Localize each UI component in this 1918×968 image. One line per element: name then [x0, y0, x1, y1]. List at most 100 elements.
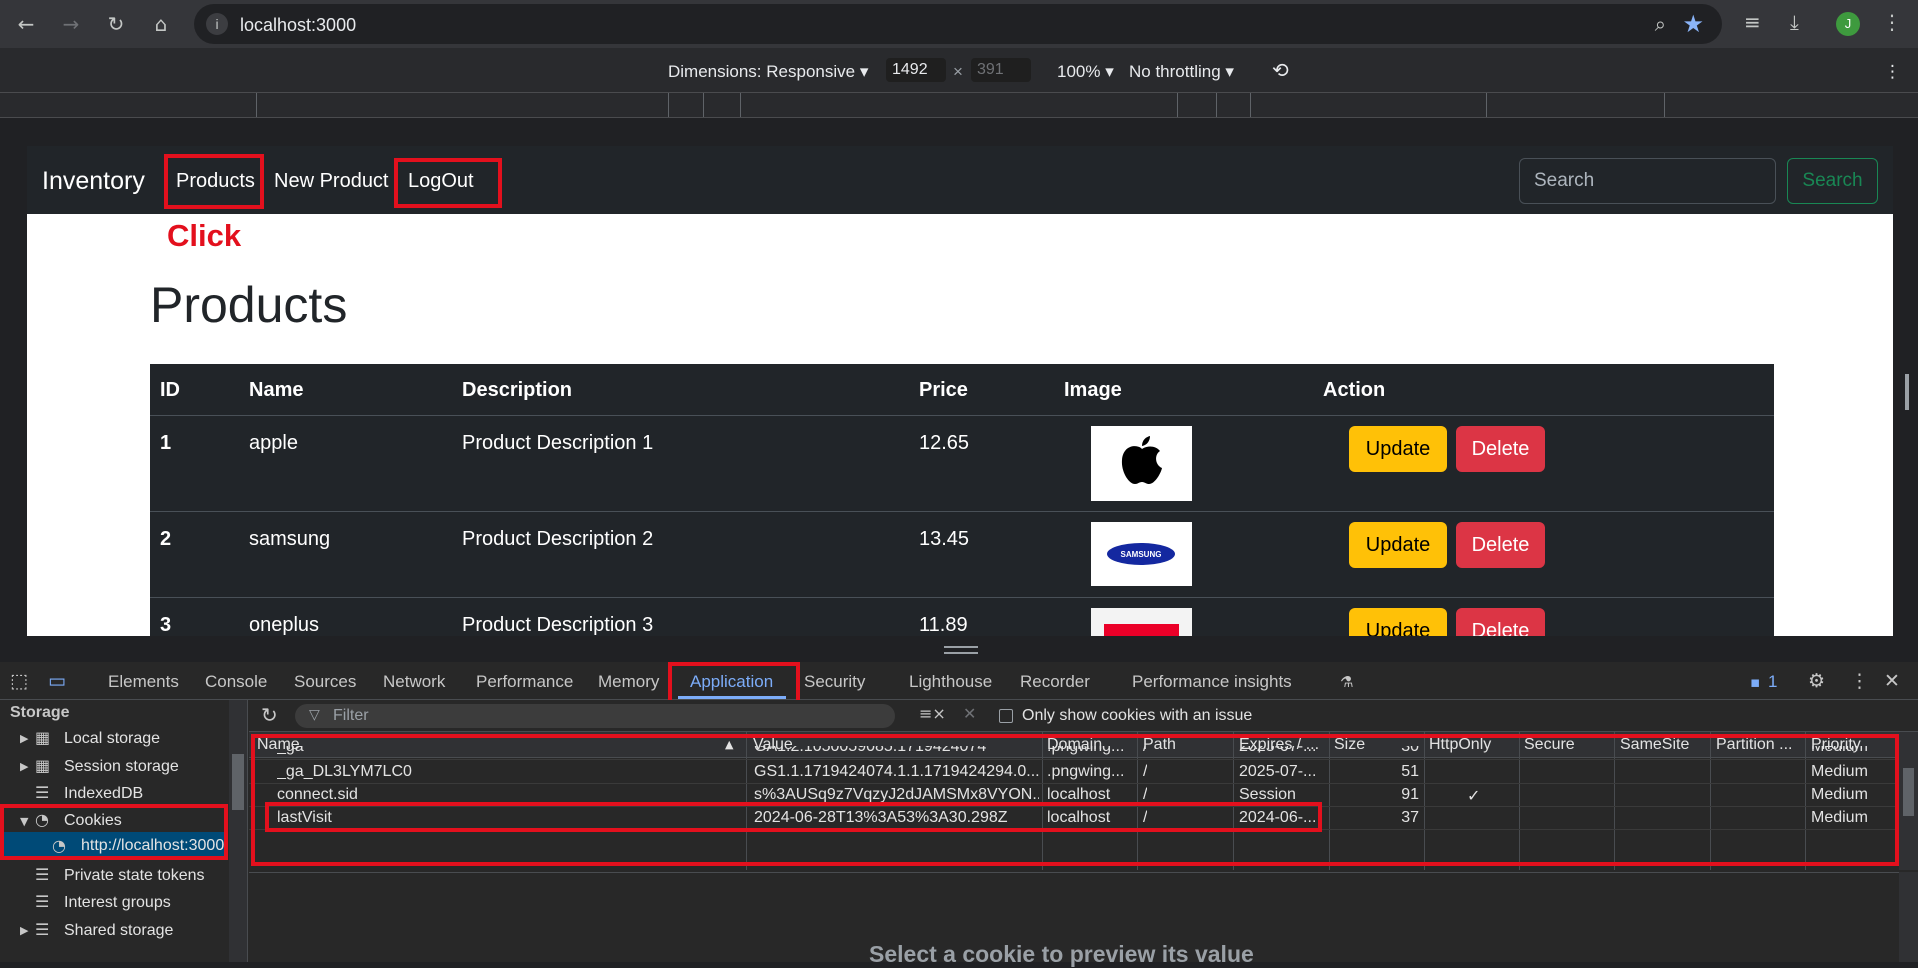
bookmark-star-icon[interactable]: ★: [1682, 10, 1704, 38]
tab-performance-insights[interactable]: Performance insights: [1132, 672, 1292, 692]
reload-icon[interactable]: ↻: [102, 10, 130, 38]
col-image: Image: [1064, 379, 1122, 401]
download-icon[interactable]: ⤓: [1790, 10, 1799, 34]
delete-button[interactable]: Delete: [1456, 426, 1545, 472]
tab-network[interactable]: Network: [383, 672, 445, 692]
site-info-icon[interactable]: i: [206, 13, 228, 35]
dimension-times: ×: [953, 62, 963, 81]
dimensions-dropdown[interactable]: Dimensions: Responsive ▾: [668, 62, 868, 82]
expand-arrow-icon[interactable]: ▶: [20, 732, 28, 745]
brand-link[interactable]: Inventory: [42, 167, 145, 196]
svg-text:SAMSUNG: SAMSUNG: [1121, 550, 1162, 559]
filter-input[interactable]: ▽ Filter: [295, 704, 895, 728]
row-id: 3: [160, 614, 172, 636]
height-input[interactable]: 391: [971, 58, 1031, 82]
row-description: Product Description 3: [462, 614, 654, 636]
refresh-icon[interactable]: ↻: [261, 703, 278, 727]
page-title: Products: [150, 277, 348, 333]
search-button[interactable]: Search: [1787, 158, 1878, 204]
database-icon: ☰: [35, 783, 50, 802]
table-header: ID Name Description Price Image Action: [150, 364, 1774, 416]
row-price: 12.65: [919, 432, 970, 454]
viewport-resize-handle[interactable]: [1905, 374, 1909, 410]
width-input[interactable]: 1492: [886, 58, 946, 82]
device-toggle-icon[interactable]: ▭: [48, 670, 66, 692]
tab-security[interactable]: Security: [804, 672, 865, 692]
browser-menu-icon[interactable]: ⋮: [1882, 10, 1902, 34]
sidebar-item-shared-storage[interactable]: Shared storage: [64, 922, 173, 940]
filter-placeholder: Filter: [333, 707, 369, 724]
table-icon: ▦: [35, 756, 51, 775]
close-devtools-icon[interactable]: ✕: [1884, 670, 1900, 692]
tab-recorder[interactable]: Recorder: [1020, 672, 1090, 692]
tab-sources[interactable]: Sources: [294, 672, 356, 692]
zoom-dropdown[interactable]: 100% ▾: [1057, 62, 1114, 82]
delete-selected-icon[interactable]: ✕: [963, 704, 976, 723]
tab-console[interactable]: Console: [205, 672, 267, 692]
sidebar-item-session-storage[interactable]: Session storage: [64, 758, 179, 776]
throttling-dropdown[interactable]: No throttling ▾: [1129, 62, 1234, 82]
row-price: 11.89: [919, 614, 968, 636]
tab-elements[interactable]: Elements: [108, 672, 179, 692]
preview-scrollbar[interactable]: [1899, 872, 1918, 962]
devtools-panel: ⬚ ▭ Elements Console Sources Network Per…: [0, 662, 1918, 967]
forward-icon[interactable]: →: [57, 10, 85, 38]
sidebar-item-private-state-tokens[interactable]: Private state tokens: [64, 867, 205, 885]
back-icon[interactable]: ←: [12, 10, 40, 38]
col-action: Action: [1323, 379, 1386, 401]
flask-icon: ⚗: [1340, 673, 1354, 691]
issues-icon[interactable]: ▪: [1750, 673, 1760, 691]
address-bar[interactable]: i localhost:3000 ⌕ ★: [194, 4, 1722, 44]
reading-list-icon[interactable]: ≡: [1744, 10, 1761, 34]
sidebar-item-interest-groups[interactable]: Interest groups: [64, 894, 171, 912]
profile-avatar[interactable]: J: [1836, 12, 1860, 36]
database-icon: ☰: [35, 892, 50, 911]
table-row: 3 oneplus Product Description 3 11.89 Up…: [150, 598, 1774, 636]
col-description: Description: [462, 379, 573, 401]
url-text[interactable]: localhost:3000: [240, 15, 356, 36]
bottom-resize-handle[interactable]: [944, 646, 978, 654]
only-issues-checkbox[interactable]: [999, 709, 1013, 723]
issues-count[interactable]: 1: [1768, 672, 1777, 692]
rotate-icon[interactable]: ⟲: [1272, 58, 1289, 82]
settings-gear-icon[interactable]: ⚙: [1808, 670, 1825, 692]
cookie-preview-pane: Select a cookie to preview its value: [249, 872, 1899, 967]
products-table: ID Name Description Price Image Action 1…: [150, 364, 1774, 636]
row-description: Product Description 2: [462, 528, 654, 550]
update-button[interactable]: Update: [1349, 522, 1447, 568]
row-price: 13.45: [919, 528, 970, 550]
home-icon[interactable]: ⌂: [147, 10, 175, 38]
oneplus-logo-image: [1091, 608, 1192, 636]
application-sidebar: Storage ▶ ▦ Local storage ▶ ▦ Session st…: [0, 700, 248, 962]
cookies-scrollbar[interactable]: [1899, 732, 1918, 870]
devtools-menu-icon[interactable]: ⋮: [1850, 670, 1869, 692]
device-toolbar: Dimensions: Responsive ▾ 1492 × 391 100%…: [0, 48, 1918, 92]
tab-memory[interactable]: Memory: [598, 672, 659, 692]
highlight-products: [164, 154, 264, 209]
delete-button[interactable]: Delete: [1456, 608, 1545, 636]
delete-button[interactable]: Delete: [1456, 522, 1545, 568]
tab-lighthouse[interactable]: Lighthouse: [909, 672, 992, 692]
devtools-tabbar: ⬚ ▭ Elements Console Sources Network Per…: [0, 662, 1918, 704]
table-icon: ▦: [35, 728, 51, 747]
inspect-element-icon[interactable]: ⬚: [10, 670, 28, 692]
row-id: 1: [160, 432, 172, 454]
device-menu-icon[interactable]: ⋮: [1884, 62, 1901, 82]
preview-placeholder: Select a cookie to preview its value: [869, 941, 1254, 967]
tab-performance[interactable]: Performance: [476, 672, 573, 692]
zoom-icon[interactable]: ⌕: [1655, 12, 1666, 36]
expand-arrow-icon[interactable]: ▶: [20, 924, 28, 937]
search-input[interactable]: Search: [1519, 158, 1776, 204]
table-row: 2 samsung Product Description 2 13.45 SA…: [150, 512, 1774, 598]
only-issues-label: Only show cookies with an issue: [1022, 707, 1253, 724]
sidebar-item-indexeddb[interactable]: IndexedDB: [64, 785, 143, 803]
row-name: oneplus: [249, 614, 320, 636]
clear-filtered-icon[interactable]: ≡×: [919, 704, 946, 723]
expand-arrow-icon[interactable]: ▶: [20, 760, 28, 773]
update-button[interactable]: Update: [1349, 426, 1447, 472]
sidebar-scrollbar[interactable]: [229, 700, 247, 962]
update-button[interactable]: Update: [1349, 608, 1447, 636]
sidebar-item-local-storage[interactable]: Local storage: [64, 730, 160, 748]
nav-new-product[interactable]: New Product: [274, 170, 389, 193]
web-page: Inventory Products New Product LogOut Se…: [27, 146, 1893, 636]
